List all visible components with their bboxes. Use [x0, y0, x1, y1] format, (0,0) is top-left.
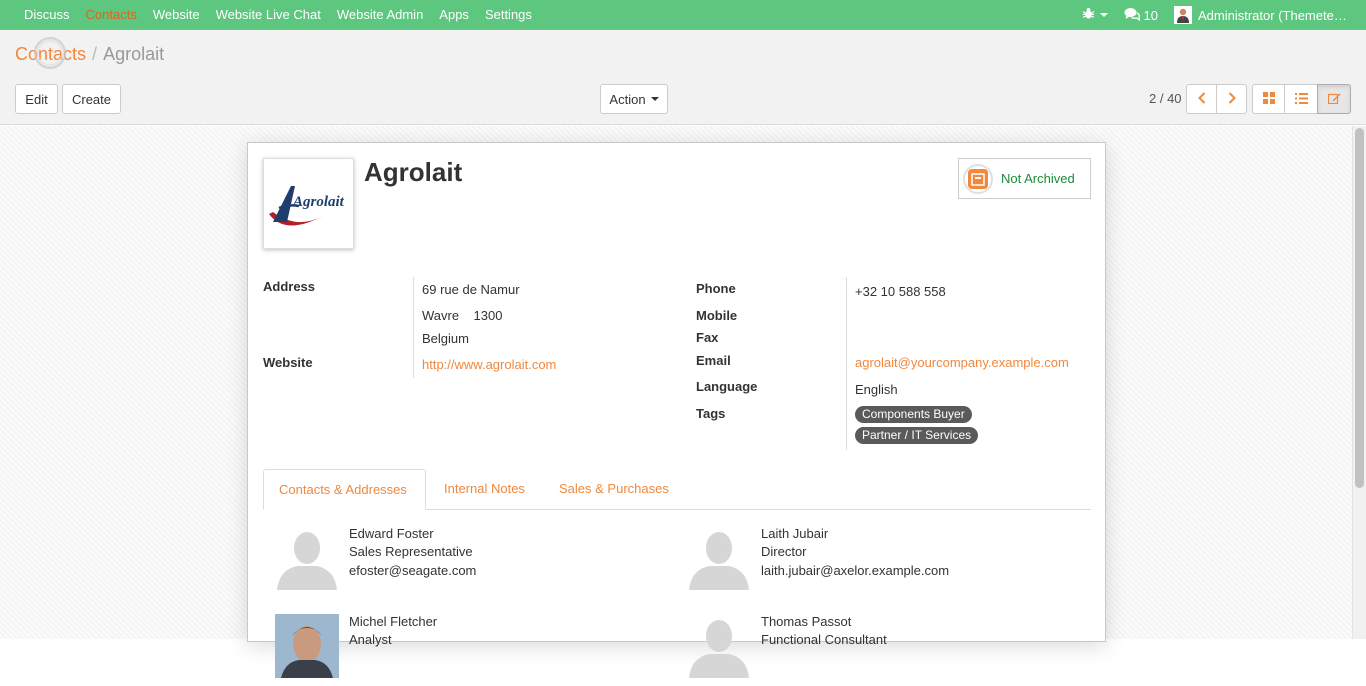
website-label: Website [263, 355, 313, 370]
website-link[interactable]: http://www.agrolait.com [422, 357, 556, 372]
contact-name: Thomas Passot [761, 614, 852, 629]
user-name: Administrator (Themete… [1198, 7, 1347, 23]
create-button[interactable]: Create [62, 84, 121, 114]
contact-name: Laith Jubair [761, 526, 829, 541]
list-icon [1294, 92, 1308, 107]
tag-badge[interactable]: Components Buyer [855, 406, 972, 423]
contact-function: Analyst [349, 632, 392, 647]
contact-name: Edward Foster [349, 526, 434, 541]
contact-card[interactable]: Michel Fletcher Analyst [265, 614, 665, 686]
contact-card[interactable]: Edward Foster Sales Representative efost… [265, 526, 665, 598]
form-icon [1327, 92, 1341, 107]
messages-count: 10 [1143, 7, 1158, 23]
debug-menu[interactable] [1074, 7, 1116, 23]
archive-toggle-button[interactable]: Not Archived [958, 158, 1091, 199]
contact-card[interactable]: Thomas Passot Functional Consultant [677, 614, 1077, 686]
kanban-view-button[interactable] [1252, 84, 1285, 114]
list-view-button[interactable] [1284, 84, 1318, 114]
contact-function: Sales Representative [349, 544, 473, 559]
tab-internal-notes[interactable]: Internal Notes [429, 469, 540, 510]
archive-status: Not Archived [1001, 171, 1075, 186]
edit-button[interactable]: Edit [15, 84, 58, 114]
form-sheet: Agrolait Agrolait Not Archived Address 6… [247, 142, 1106, 678]
form-view-button[interactable] [1317, 84, 1351, 114]
record-title: Agrolait [364, 157, 463, 187]
language-value: English [855, 382, 898, 397]
action-label: Action [609, 91, 646, 107]
control-panel: Contacts / Agrolait Edit Create Action 2 /… [0, 30, 1366, 125]
language-label: Language [696, 379, 758, 394]
main-menu: Discuss Contacts Website Website Live Ch… [0, 0, 540, 30]
company-logo[interactable]: Agrolait [263, 158, 354, 249]
avatar [1174, 6, 1192, 24]
email-label: Email [696, 353, 731, 368]
systray: 10 Administrator (Themete… [1074, 0, 1366, 30]
address-label: Address [263, 279, 316, 294]
contact-function: Functional Consultant [761, 632, 887, 647]
agrolait-logo-icon: Agrolait [268, 185, 345, 226]
chevron-left-icon [1197, 91, 1206, 107]
menu-item-settings[interactable]: Settings [477, 0, 540, 30]
address-country: Belgium [422, 331, 469, 346]
chevron-down-icon [1099, 13, 1108, 17]
messages-menu[interactable]: 10 [1116, 7, 1166, 24]
contact-photo [275, 614, 339, 678]
phone-label: Phone [696, 281, 736, 296]
field-divider [846, 277, 847, 450]
contact-card[interactable]: Laith Jubair Director laith.jubair@axelo… [677, 526, 1077, 598]
tags-label: Tags [696, 406, 726, 421]
menu-item-discuss[interactable]: Discuss [16, 0, 78, 30]
logo-text: Agrolait [292, 194, 345, 210]
contact-email: laith.jubair@axelor.example.com [761, 563, 950, 578]
contact-function: Director [761, 544, 807, 559]
phone-value: +32 10 588 558 [855, 284, 946, 299]
breadcrumb-separator: / [92, 44, 98, 64]
address-street: 69 rue de Namur [422, 282, 520, 297]
pager-value[interactable]: 2 / 40 [1149, 91, 1182, 106]
chevron-down-icon [650, 97, 659, 101]
vertical-scrollbar[interactable] [1352, 126, 1366, 639]
pager-next-button[interactable] [1216, 84, 1247, 114]
fax-label: Fax [696, 330, 719, 345]
avatar-placeholder-icon [275, 526, 339, 590]
menu-item-website[interactable]: Website [145, 0, 208, 30]
email-link[interactable]: agrolait@yourcompany.example.com [855, 355, 1069, 370]
pager-previous-button[interactable] [1186, 84, 1217, 114]
menu-item-website-admin[interactable]: Website Admin [329, 0, 431, 30]
address-city-zip: Wavre 1300 [422, 308, 503, 323]
archive-icon [963, 163, 993, 194]
kanban-icon [1262, 91, 1275, 107]
comments-icon [1124, 7, 1140, 24]
tab-sales-purchases[interactable]: Sales & Purchases [544, 469, 684, 510]
top-navbar: Discuss Contacts Website Website Live Ch… [0, 0, 1366, 30]
contact-name: Michel Fletcher [349, 614, 438, 629]
mobile-label: Mobile [696, 308, 738, 323]
scrollbar-thumb[interactable] [1355, 128, 1364, 488]
avatar-placeholder-icon [687, 614, 751, 678]
notebook-tabs: Contacts & Addresses Internal Notes Sale… [263, 469, 1091, 510]
click-ripple [34, 37, 66, 69]
menu-item-website-live-chat[interactable]: Website Live Chat [208, 0, 329, 30]
tab-contacts-addresses[interactable]: Contacts & Addresses [263, 469, 426, 510]
action-dropdown[interactable]: Action [600, 84, 668, 114]
user-menu[interactable]: Administrator (Themete… [1166, 6, 1366, 24]
menu-item-apps[interactable]: Apps [431, 0, 477, 30]
breadcrumb-current: Agrolait [103, 44, 165, 64]
chevron-right-icon [1228, 91, 1236, 107]
avatar-placeholder-icon [687, 526, 751, 590]
bug-icon [1082, 7, 1095, 23]
menu-item-contacts[interactable]: Contacts [78, 0, 145, 30]
contact-email: efoster@seagate.com [349, 563, 477, 578]
tag-badge[interactable]: Partner / IT Services [855, 427, 979, 444]
field-divider [413, 277, 414, 378]
